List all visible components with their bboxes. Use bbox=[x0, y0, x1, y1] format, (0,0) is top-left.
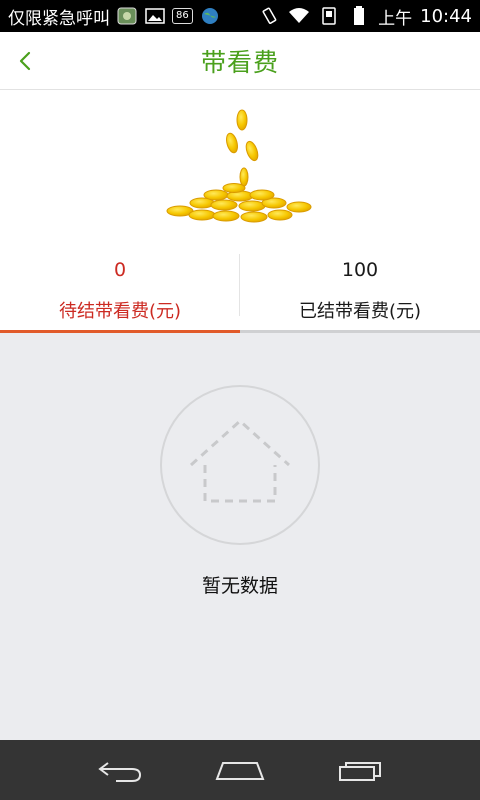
empty-state-text: 暂无数据 bbox=[201, 575, 278, 597]
image-notification-icon bbox=[144, 6, 166, 26]
battery-level-badge: 86 bbox=[172, 8, 193, 24]
page-title: 带看费 bbox=[200, 47, 279, 77]
battery-icon bbox=[348, 6, 370, 26]
globe-icon bbox=[199, 6, 221, 26]
settled-fee-label: 已结带看费(元) bbox=[298, 301, 422, 322]
tab-divider bbox=[239, 254, 240, 316]
chevron-left-icon bbox=[19, 51, 31, 71]
system-nav-bar bbox=[0, 740, 480, 800]
ampm-text: 上午 bbox=[378, 8, 413, 29]
fee-tabs: 0 待结带看费(元) 100 已结带看费(元) bbox=[0, 251, 480, 333]
content-area: 暂无数据 bbox=[0, 333, 480, 740]
wifi-icon bbox=[288, 6, 310, 26]
back-button[interactable] bbox=[6, 42, 44, 80]
hero-section bbox=[0, 91, 480, 251]
pending-fee-label: 待结带看费(元) bbox=[58, 301, 182, 322]
tab-pending-fees[interactable]: 0 待结带看费(元) bbox=[0, 251, 240, 333]
recent-apps-icon bbox=[339, 762, 381, 781]
nav-home-button[interactable] bbox=[205, 745, 275, 795]
home-icon bbox=[215, 762, 265, 780]
empty-house-icon bbox=[160, 385, 320, 545]
app-header: 带看费 bbox=[0, 32, 480, 90]
data-icon bbox=[318, 6, 340, 26]
tab-settled-fees[interactable]: 100 已结带看费(元) bbox=[240, 251, 480, 333]
pending-fee-value: 0 bbox=[113, 259, 127, 281]
app-notification-icon bbox=[116, 6, 138, 26]
nav-back-button[interactable] bbox=[85, 745, 155, 795]
carrier-text: 仅限紧急呼叫 bbox=[8, 8, 110, 29]
settled-fee-value: 100 bbox=[341, 259, 379, 281]
status-right: 上午 10:44 bbox=[258, 4, 472, 29]
nav-recent-apps-button[interactable] bbox=[325, 745, 395, 795]
clock-time: 10:44 bbox=[420, 5, 472, 27]
status-left: 仅限紧急呼叫 86 bbox=[8, 4, 221, 29]
vibrate-icon bbox=[258, 6, 280, 26]
back-arrow-icon bbox=[98, 762, 142, 782]
status-bar: 仅限紧急呼叫 86 上午 10:44 bbox=[0, 0, 480, 32]
gold-coins-illustration bbox=[166, 109, 312, 223]
